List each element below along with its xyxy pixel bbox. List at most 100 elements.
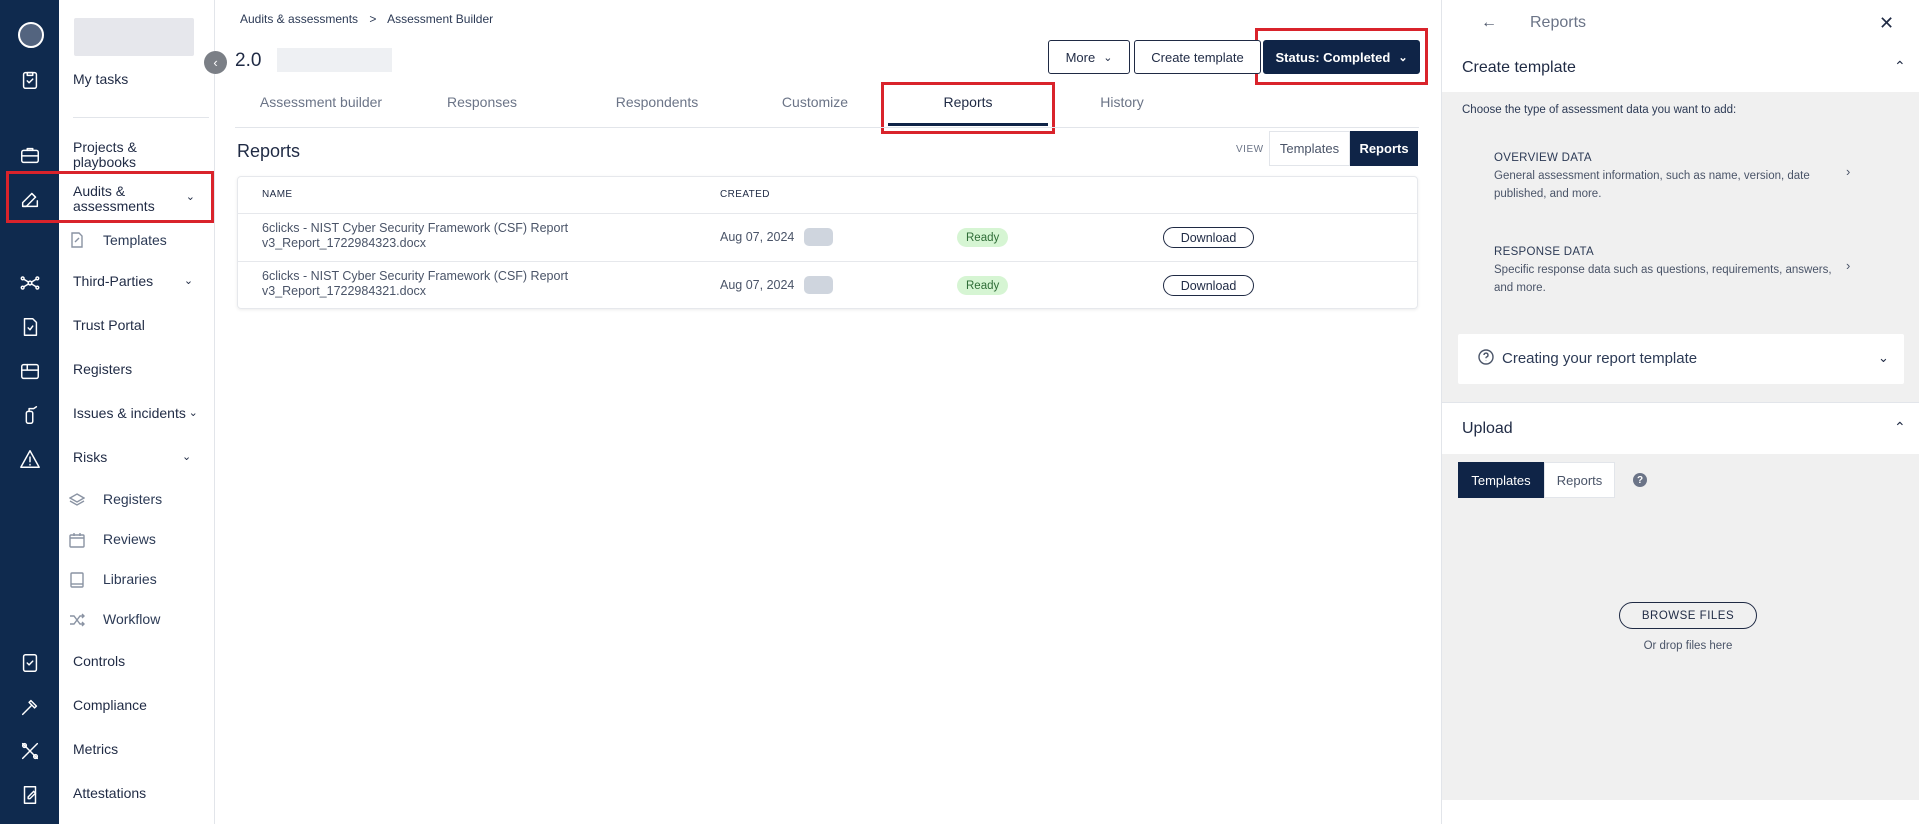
tab-label: Respondents [615, 94, 699, 110]
layers-icon [68, 492, 86, 508]
view-label: VIEW [1236, 144, 1264, 155]
more-button[interactable]: More ⌄ [1048, 40, 1130, 74]
sidebar-item-label: Templates [103, 232, 167, 248]
tab-customize[interactable]: Customize [740, 94, 890, 110]
redacted-time [804, 228, 833, 246]
reports-table: NAME CREATED 6clicks - NIST Cyber Securi… [237, 176, 1418, 309]
report-name[interactable]: 6clicks - NIST Cyber Security Framework … [262, 269, 568, 299]
chevron-right-icon[interactable]: › [1846, 258, 1850, 273]
tab-responses[interactable]: Responses [410, 94, 554, 110]
sidebar-item-label: Attestations [73, 785, 147, 801]
browse-files-button[interactable]: BROWSE FILES [1619, 602, 1757, 629]
upload-reports-toggle[interactable]: Reports [1544, 462, 1615, 498]
avatar[interactable] [18, 22, 44, 48]
sidebar-item-label: My tasks [73, 71, 129, 87]
create-template-heading[interactable]: Create template [1462, 59, 1576, 77]
tab-reports[interactable]: Reports [888, 94, 1048, 110]
hammer-icon[interactable] [16, 693, 44, 721]
back-arrow-icon[interactable]: ← [1481, 14, 1497, 32]
tools-icon[interactable] [16, 737, 44, 765]
highlight-audits [6, 171, 214, 223]
logo [74, 18, 194, 56]
warning-icon[interactable] [16, 445, 44, 473]
sidebar-item-reviews[interactable]: Reviews [103, 532, 156, 547]
view-templates-toggle[interactable]: Templates [1269, 131, 1350, 166]
create-template-button[interactable]: Create template [1134, 40, 1261, 74]
sidebar-item-projects[interactable]: Projects & playbooks [73, 140, 173, 170]
sidebar-item-label: Reviews [103, 531, 156, 547]
sidebar-item-workflow[interactable]: Workflow [103, 612, 160, 627]
upload-templates-toggle[interactable]: Templates [1458, 462, 1544, 498]
created-date: Aug 07, 2024 [720, 278, 795, 292]
toggle-label: Reports [1359, 141, 1409, 156]
shield-document-icon[interactable] [16, 313, 44, 341]
sidebar-item-issues[interactable]: Issues & incidents ⌄ [73, 405, 198, 421]
report-name-line: v3_Report_1722984321.docx [262, 284, 427, 298]
status-dropdown[interactable]: Status: Completed ⌄ [1263, 40, 1420, 74]
panel-title: Reports [1530, 14, 1587, 31]
sidebar-item-attestations[interactable]: Attestations [73, 786, 146, 801]
tab-history[interactable]: History [1047, 94, 1197, 110]
option-line: General assessment information, such as … [1494, 170, 1810, 182]
sidebar-item-trust-portal[interactable]: Trust Portal [73, 318, 145, 333]
sidebar-item-templates[interactable]: Templates [103, 233, 167, 248]
close-icon[interactable]: ✕ [1879, 13, 1894, 34]
chevron-up-icon[interactable]: ⌃ [1894, 419, 1906, 436]
response-data-heading[interactable]: RESPONSE DATA [1494, 246, 1594, 258]
sidebar-item-compliance[interactable]: Compliance [73, 698, 147, 713]
overview-data-heading[interactable]: OVERVIEW DATA [1494, 152, 1592, 164]
upload-header[interactable]: Upload ⌃ [1442, 402, 1919, 454]
icon-rail [0, 0, 59, 824]
active-tab-indicator [888, 123, 1048, 126]
chevron-down-icon: ⌄ [1398, 51, 1408, 64]
report-name[interactable]: 6clicks - NIST Cyber Security Framework … [262, 221, 568, 251]
download-button[interactable]: Download [1163, 275, 1254, 296]
sidebar-item-risks[interactable]: Risks ⌄ [73, 450, 191, 465]
controls-icon[interactable] [16, 649, 44, 677]
sidebar-item-libraries[interactable]: Libraries [103, 572, 157, 587]
sidebar-item-metrics[interactable]: Metrics [73, 742, 118, 757]
option-line: and more. [1494, 282, 1546, 294]
creating-template-accordion[interactable]: Creating your report template ⌄ [1458, 334, 1904, 384]
column-header-created: CREATED [720, 189, 770, 200]
sidebar-item-risk-registers[interactable]: Registers [103, 492, 162, 507]
sidebar-item-registers[interactable]: Registers [73, 362, 132, 377]
more-label: More [1065, 49, 1096, 65]
view-reports-toggle[interactable]: Reports [1350, 131, 1418, 166]
network-icon[interactable] [16, 269, 44, 297]
sidebar: My tasks Projects & playbooks Audits & a… [59, 0, 215, 824]
breadcrumb: Audits & assessments > Assessment Builde… [240, 12, 501, 26]
chevron-up-icon[interactable]: ⌃ [1894, 58, 1906, 75]
download-button[interactable]: Download [1163, 227, 1254, 248]
help-icon[interactable]: ? [1633, 473, 1647, 487]
assessment-name-placeholder [277, 48, 392, 72]
toggle-label: Templates [1279, 141, 1340, 156]
breadcrumb-parent[interactable]: Audits & assessments [240, 12, 358, 26]
briefcase-icon[interactable] [16, 141, 44, 169]
help-circle-icon [1478, 349, 1494, 365]
section-title: Reports [237, 141, 301, 161]
tab-respondents[interactable]: Respondents [572, 94, 742, 110]
table-row: 6clicks - NIST Cyber Security Framework … [238, 213, 1417, 261]
sidebar-item-label: Issues & incidents [73, 405, 186, 421]
attestation-icon[interactable] [16, 781, 44, 809]
sidebar-item-third-parties[interactable]: Third-Parties ⌄ [73, 274, 193, 289]
sidebar-item-label: Metrics [73, 741, 119, 757]
tab-label: History [1100, 94, 1144, 110]
sidebar-item-my-tasks[interactable]: My tasks [73, 72, 128, 87]
registers-icon[interactable] [16, 357, 44, 385]
tab-assessment-builder[interactable]: Assessment builder [235, 94, 407, 110]
collapse-sidebar-button[interactable]: ‹ [204, 51, 227, 74]
chevron-right-icon[interactable]: › [1846, 164, 1850, 179]
created-date: Aug 07, 2024 [720, 230, 795, 244]
report-name-line: v3_Report_1722984323.docx [262, 236, 427, 250]
fire-extinguisher-icon[interactable] [16, 401, 44, 429]
sidebar-item-label: Libraries [103, 571, 157, 587]
status-badge: Ready [957, 228, 1009, 247]
version-label: 2.0 [235, 50, 262, 71]
tab-label: Reports [943, 94, 993, 110]
clipboard-check-icon[interactable] [16, 66, 44, 94]
chevron-down-icon: ⌄ [1878, 350, 1889, 365]
sidebar-item-controls[interactable]: Controls [73, 654, 125, 669]
book-icon [69, 572, 85, 588]
